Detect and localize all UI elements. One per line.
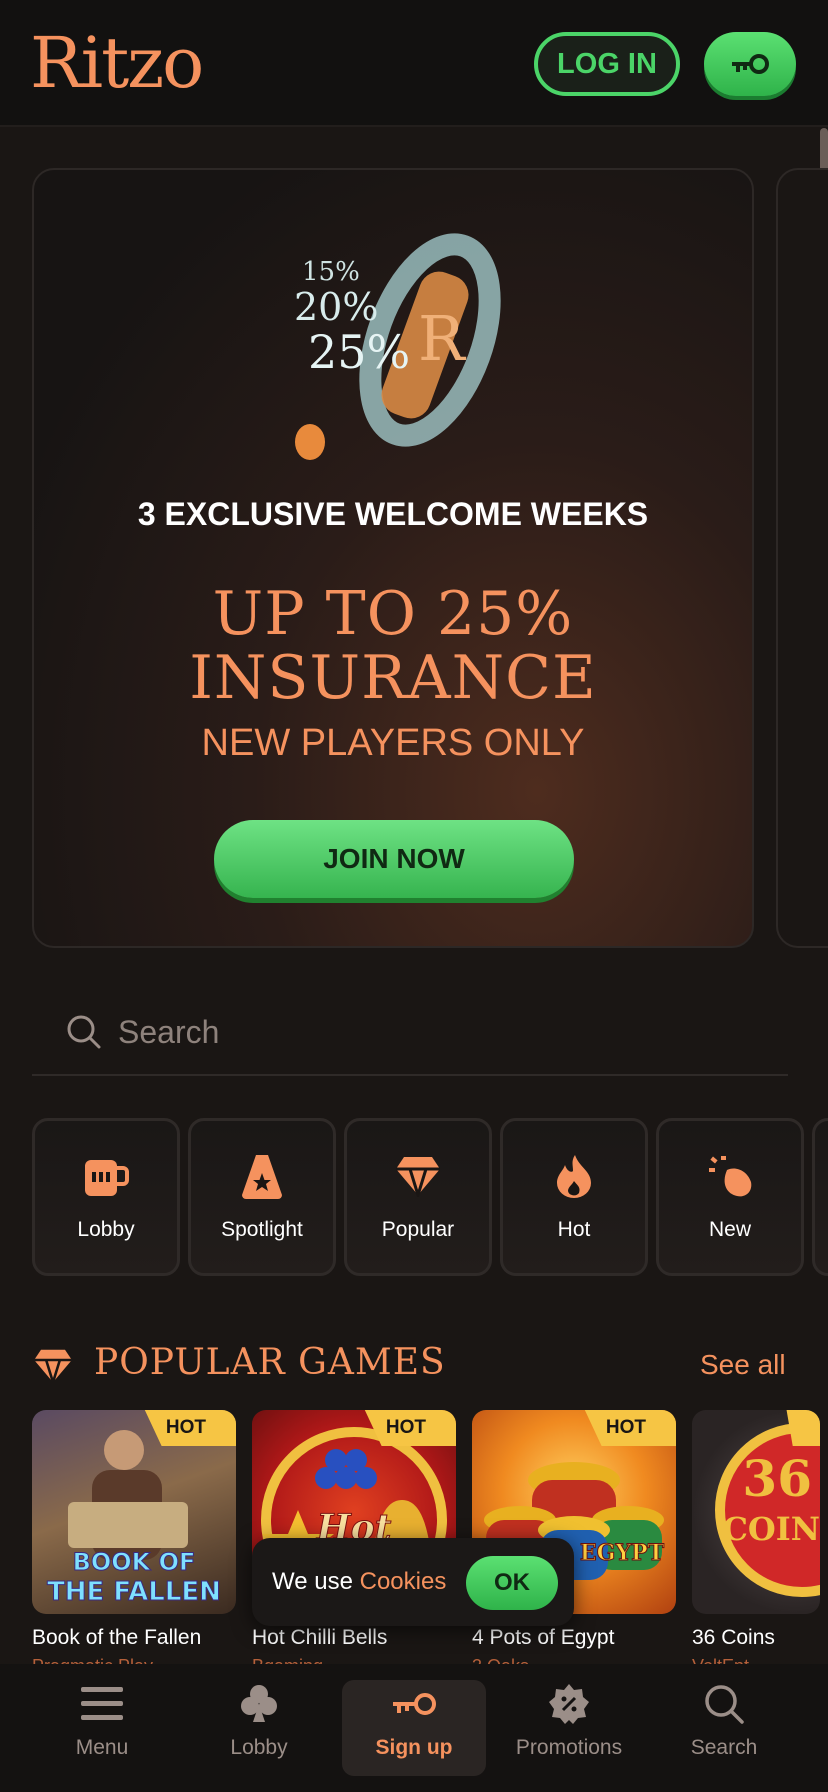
section-title: POPULAR GAMES — [94, 1342, 446, 1383]
nav-signup[interactable]: Sign up — [342, 1680, 486, 1776]
nav-lobby[interactable]: Lobby — [187, 1680, 331, 1776]
category-label: Popular — [381, 1218, 455, 1241]
game-name: 4 Pots of Egypt — [472, 1626, 615, 1649]
spotlight-icon — [238, 1152, 286, 1200]
search-icon — [703, 1680, 745, 1728]
nav-search[interactable]: Search — [652, 1680, 796, 1776]
login-button[interactable]: LOG IN — [534, 32, 680, 96]
banner-title-line1: UP TO 25% — [212, 579, 574, 649]
svg-text:THE FALLEN: THE FALLEN — [47, 1577, 221, 1607]
signup-key-button[interactable] — [704, 32, 796, 96]
category-next-peek[interactable] — [812, 1118, 828, 1276]
game-card[interactable]: BOOK OF THE FALLEN HOT Book of the Falle… — [32, 1410, 236, 1670]
join-now-button[interactable]: JOIN NOW — [214, 820, 574, 898]
cookie-ok-button[interactable]: OK — [466, 1556, 558, 1610]
see-all-link[interactable]: See all — [700, 1349, 786, 1381]
key-icon — [732, 54, 769, 74]
promo-banner[interactable]: R 15% 20% 25% 3 EXCLUSIVE WELCOME WEEKS … — [32, 168, 754, 948]
nav-label: Menu — [75, 1736, 129, 1759]
nav-promotions[interactable]: Promotions — [497, 1680, 641, 1776]
diamond-icon — [34, 1349, 72, 1384]
diamond-icon — [394, 1152, 442, 1200]
search-placeholder: Search — [118, 1013, 220, 1050]
club-icon — [241, 1680, 277, 1728]
category-lobby[interactable]: Lobby — [32, 1118, 180, 1276]
nav-label: Search — [690, 1736, 758, 1759]
game-thumbnail[interactable]: 36 COIN — [692, 1410, 820, 1614]
promo-art-image: R 15% 20% 25% — [294, 233, 501, 460]
flame-icon — [550, 1152, 598, 1200]
key-icon — [391, 1680, 437, 1728]
beer-mug-icon — [82, 1152, 130, 1200]
game-name: 36 Coins — [692, 1626, 775, 1649]
category-popular[interactable]: Popular — [344, 1118, 492, 1276]
game-name: Book of the Fallen — [32, 1626, 202, 1649]
banner-title-line2: INSURANCE — [189, 643, 597, 713]
banner-title: UP TO 25% INSURANCE — [34, 582, 752, 710]
category-label: Spotlight — [221, 1218, 303, 1241]
game-thumbnail[interactable]: BOOK OF THE FALLEN HOT — [32, 1410, 236, 1614]
svg-text:36: 36 — [742, 1449, 812, 1508]
category-label: Hot — [557, 1218, 591, 1241]
nav-menu[interactable]: Menu — [30, 1680, 174, 1776]
nav-label: Sign up — [375, 1736, 453, 1759]
svg-text:R: R — [418, 302, 467, 375]
cookie-text: We use Cookies — [272, 1568, 447, 1595]
nav-label: Lobby — [230, 1736, 288, 1759]
cookie-banner: We use Cookies OK — [252, 1538, 574, 1626]
category-label: New — [708, 1218, 751, 1241]
header: Ritzo LOG IN — [0, 0, 828, 127]
category-new[interactable]: New — [656, 1118, 804, 1276]
category-spotlight[interactable]: Spotlight — [188, 1118, 336, 1276]
svg-text:COIN: COIN — [722, 1510, 820, 1548]
game-search-field[interactable]: Search — [32, 990, 788, 1076]
banner-subtitle: 3 EXCLUSIVE WELCOME WEEKS — [137, 496, 649, 532]
game-name: Hot Chilli Bells — [252, 1626, 388, 1649]
bottom-nav: Menu Lobby Sign up Promotions Search — [0, 1664, 828, 1792]
category-hot[interactable]: Hot — [500, 1118, 648, 1276]
logo[interactable]: Ritzo — [30, 22, 204, 104]
cookies-link[interactable]: Cookies — [360, 1568, 447, 1595]
nav-label: Promotions — [515, 1736, 623, 1759]
new-hand-icon — [706, 1152, 754, 1200]
next-banner-peek[interactable] — [776, 168, 828, 948]
promo-badge-icon — [549, 1680, 589, 1728]
svg-text:EGYPT: EGYPT — [580, 1540, 665, 1566]
promo-percent-3: 25% — [308, 325, 410, 379]
game-card[interactable]: 36 COIN 36 Coins VoltEnt — [692, 1410, 828, 1670]
menu-icon — [81, 1680, 123, 1728]
search-icon — [67, 1015, 101, 1049]
svg-text:BOOK OF: BOOK OF — [73, 1548, 196, 1576]
category-label: Lobby — [77, 1218, 135, 1241]
banner-note: NEW PLAYERS ONLY — [201, 722, 585, 764]
promo-percent-1: 15% — [302, 257, 360, 287]
promo-percent-2: 20% — [294, 285, 378, 329]
